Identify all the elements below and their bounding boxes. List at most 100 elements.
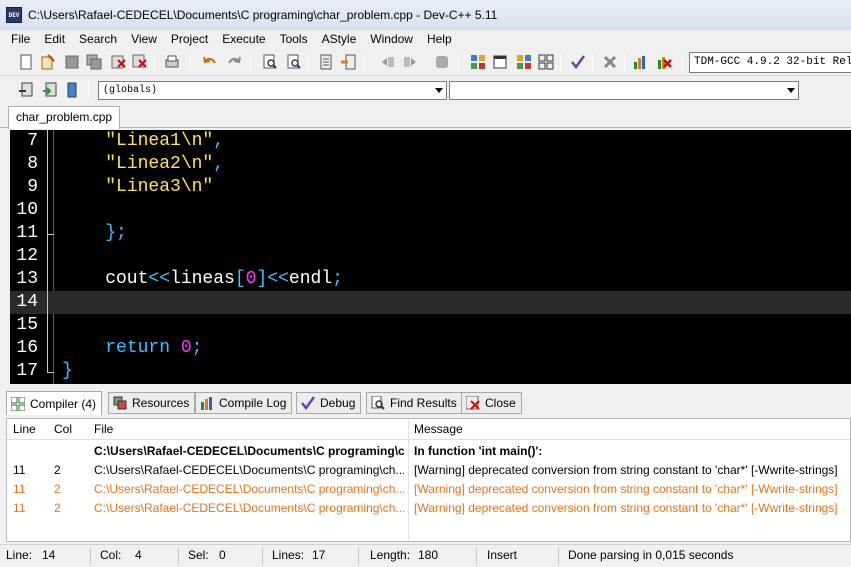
code-token: << — [148, 269, 171, 289]
tab-find-results[interactable]: Find Results — [366, 392, 463, 414]
rebuild-all-icon[interactable] — [536, 52, 556, 72]
bottom-panel-tabs: Compiler (4) Resources Compile Log Debug… — [0, 391, 851, 415]
devcpp-app-icon[interactable]: DEV — [6, 7, 22, 23]
compiler-results-table[interactable]: Line Col File Message C:\Users\Rafael-CE… — [6, 418, 851, 542]
cell-message: [Warning] deprecated conversion from str… — [414, 501, 838, 515]
scope-combo[interactable]: (globals) — [98, 81, 447, 100]
code-token: 0 — [180, 338, 192, 358]
goto-declaration-icon[interactable] — [16, 80, 36, 100]
code-token: lineas — [170, 269, 235, 289]
menu-file[interactable]: File — [4, 32, 37, 46]
code-line[interactable]: 14 — [10, 291, 851, 314]
unindent-icon[interactable] — [400, 52, 420, 72]
code-text: return 0; — [62, 337, 202, 360]
table-row[interactable]: 11 2 C:\Users\Rafael-CEDECEL\Documents\C p… — [7, 499, 850, 518]
cell-col: 2 — [54, 463, 61, 477]
code-line[interactable]: 12 — [10, 245, 851, 268]
open-file-icon[interactable] — [38, 52, 58, 72]
indent-icon[interactable] — [378, 52, 398, 72]
table-row[interactable]: 11 2 C:\Users\Rafael-CEDECEL\Documents\C p… — [7, 480, 850, 499]
fold-marker[interactable] — [47, 130, 48, 234]
run-icon[interactable] — [490, 52, 510, 72]
code-editor[interactable]: 7 "Linea1\n", 8 "Linea2\n", 9 "Linea3\n" 10… — [10, 130, 851, 384]
status-bar: Line: 14 Col: 4 Sel: 0 Lines: 17 Length:… — [0, 544, 851, 567]
tab-resources[interactable]: Resources — [108, 392, 196, 414]
comment-icon[interactable] — [432, 52, 452, 72]
status-length-label: Length: — [370, 548, 411, 562]
close-all-icon[interactable] — [130, 52, 150, 72]
tab-close[interactable]: Close — [461, 392, 522, 414]
code-line[interactable]: 15 — [10, 314, 851, 337]
grid-icon — [10, 396, 26, 412]
fold-marker[interactable] — [47, 234, 48, 372]
find-icon[interactable] — [260, 52, 280, 72]
chevron-down-icon — [435, 88, 443, 93]
delete-profile-icon[interactable] — [654, 52, 674, 72]
compiler-select[interactable]: TDM-GCC 4.9.2 32-bit Release — [689, 52, 851, 73]
code-line[interactable]: 8 "Linea2\n", — [10, 153, 851, 176]
code-token: ; — [332, 269, 343, 289]
menu-help[interactable]: Help — [420, 32, 459, 46]
menu-astyle[interactable]: AStyle — [315, 32, 364, 46]
code-line[interactable]: 11 }; — [10, 222, 851, 245]
cell-file: C:\Users\Rafael-CEDECEL\Documents\C prog… — [94, 444, 404, 458]
cell-message: In function 'int main()': — [414, 444, 543, 458]
header-col[interactable]: Col — [54, 422, 72, 436]
print-icon[interactable] — [162, 52, 182, 72]
code-text: "Linea3\n" — [62, 176, 213, 199]
abort-compile-icon[interactable] — [600, 52, 620, 72]
code-line[interactable]: 13 cout<<lineas[0]<<endl; — [10, 268, 851, 291]
code-token: ] — [256, 269, 268, 289]
menu-search[interactable]: Search — [72, 32, 124, 46]
save-icon[interactable] — [62, 52, 82, 72]
cell-line: 11 — [13, 482, 26, 496]
menu-edit[interactable]: Edit — [37, 32, 72, 46]
tab-compile-log[interactable]: Compile Log — [195, 392, 293, 414]
code-line[interactable]: 16 return 0; — [10, 337, 851, 360]
tab-compiler[interactable]: Compiler (4) — [6, 391, 103, 415]
menu-tools[interactable]: Tools — [273, 32, 315, 46]
replace-icon[interactable] — [284, 52, 304, 72]
menu-execute[interactable]: Execute — [215, 32, 272, 46]
redo-icon[interactable] — [224, 52, 244, 72]
goto-line-icon[interactable] — [316, 52, 336, 72]
code-text: } — [62, 360, 73, 383]
close-file-icon[interactable] — [108, 52, 128, 72]
member-combo[interactable] — [449, 81, 799, 100]
code-line[interactable]: 10 — [10, 199, 851, 222]
new-file-icon[interactable] — [16, 52, 36, 72]
menu-window[interactable]: Window — [363, 32, 420, 46]
status-col-value: 4 — [135, 548, 142, 562]
tab-char-problem[interactable]: char_problem.cpp — [8, 106, 121, 129]
syntax-check-icon[interactable] — [568, 52, 588, 72]
resources-icon — [112, 395, 128, 411]
toggle-bookmark-icon[interactable] — [338, 52, 358, 72]
class-browser-icon[interactable] — [62, 80, 82, 100]
tab-debug[interactable]: Debug — [296, 392, 362, 414]
menu-view[interactable]: View — [124, 32, 164, 46]
compile-icon[interactable] — [468, 52, 488, 72]
cell-file: C:\Users\Rafael-CEDECEL\Documents\C prog… — [94, 463, 404, 477]
insert-icon[interactable] — [40, 80, 60, 100]
code-line[interactable]: 9 "Linea3\n" — [10, 176, 851, 199]
header-line[interactable]: Line — [13, 422, 36, 436]
chevron-down-icon — [787, 88, 795, 93]
code-line[interactable]: 17} — [10, 360, 851, 383]
save-all-icon[interactable] — [84, 52, 104, 72]
status-line-label: Line: — [6, 548, 33, 562]
code-token: , — [213, 154, 225, 174]
line-number: 12 — [16, 246, 38, 266]
code-token: return — [105, 338, 171, 358]
code-line[interactable]: 7 "Linea1\n", — [10, 130, 851, 153]
menu-project[interactable]: Project — [164, 32, 215, 46]
table-row[interactable]: C:\Users\Rafael-CEDECEL\Documents\C prog… — [7, 442, 850, 461]
profile-icon[interactable] — [630, 52, 650, 72]
table-row[interactable]: 11 2 C:\Users\Rafael-CEDECEL\Documents\C p… — [7, 461, 850, 480]
undo-icon[interactable] — [200, 52, 220, 72]
header-message[interactable]: Message — [414, 422, 463, 436]
header-file[interactable]: File — [94, 422, 113, 436]
compile-run-icon[interactable] — [514, 52, 534, 72]
